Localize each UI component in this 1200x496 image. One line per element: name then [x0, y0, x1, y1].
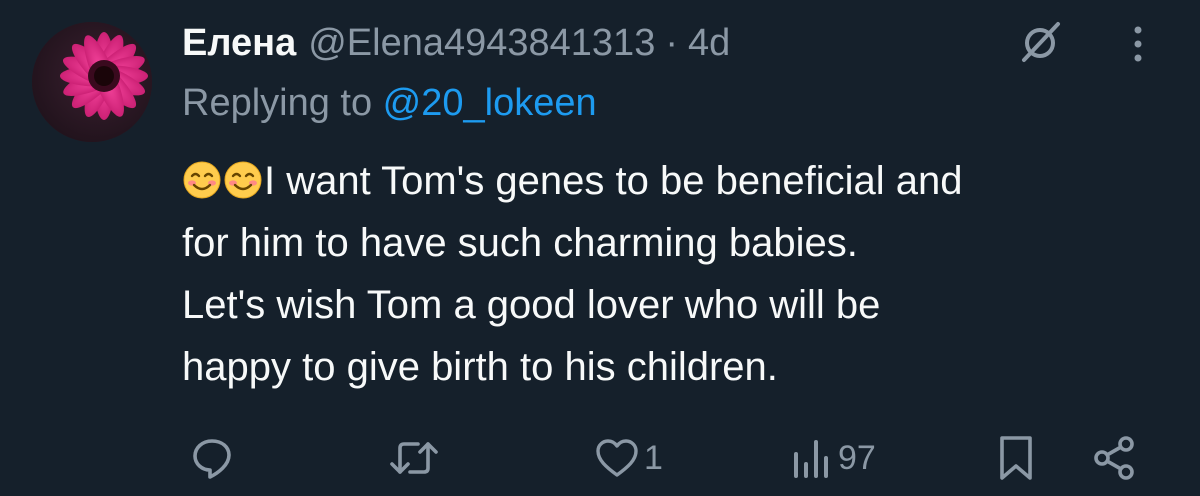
replying-to-label: Replying to: [182, 82, 383, 124]
tweet: Елена @Elena4943841313 · 4d Replying to …: [0, 0, 1200, 496]
retweet-button[interactable]: [388, 432, 444, 484]
smiling-face-icon: [183, 161, 221, 199]
tweet-header: Елена @Elena4943841313 · 4d: [182, 18, 730, 68]
timestamp[interactable]: 4d: [688, 22, 730, 65]
reply-icon: [193, 439, 231, 479]
share-icon: [1094, 436, 1134, 480]
smiling-face-icon: [224, 161, 262, 199]
tweet-text-line-1: I want Tom's genes to be beneficial and: [182, 150, 1172, 212]
views-count: 97: [838, 438, 876, 477]
tweet-text: I want Tom's genes to be beneficial and …: [182, 150, 1172, 398]
display-name[interactable]: Елена: [182, 22, 296, 65]
action-bar: 1 97: [0, 422, 1200, 492]
avatar[interactable]: [32, 22, 152, 142]
bookmark-button[interactable]: [996, 432, 1036, 484]
retweet-icon: [390, 442, 438, 474]
more-vertical-icon: [1134, 26, 1142, 62]
like-count: 1: [644, 438, 663, 477]
tweet-text-line-3: Let's wish Tom a good lover who will be: [182, 283, 881, 327]
views-icon: [794, 440, 828, 478]
share-button[interactable]: [1090, 432, 1138, 484]
replying-to-mention[interactable]: @20_lokeen: [383, 82, 597, 124]
like-button[interactable]: 1: [594, 432, 663, 484]
tweet-text-line-2: for him to have such charming babies.: [182, 221, 858, 265]
grok-icon: [1022, 22, 1060, 62]
replying-to-line: Replying to @20_lokeen: [182, 82, 597, 125]
views-button[interactable]: 97: [790, 432, 876, 484]
avatar-image: [32, 22, 152, 142]
user-handle[interactable]: @Elena4943841313: [308, 22, 655, 65]
reply-button[interactable]: [188, 432, 240, 484]
more-options-button[interactable]: [1116, 18, 1160, 70]
heart-icon: [596, 439, 638, 477]
bookmark-icon: [1000, 436, 1032, 480]
tweet-text-line-4: happy to give birth to his children.: [182, 345, 778, 389]
tweet-text-line-1-text: I want Tom's genes to be beneficial and: [264, 159, 963, 203]
separator-dot: ·: [665, 21, 678, 64]
grok-button[interactable]: [1012, 14, 1068, 70]
